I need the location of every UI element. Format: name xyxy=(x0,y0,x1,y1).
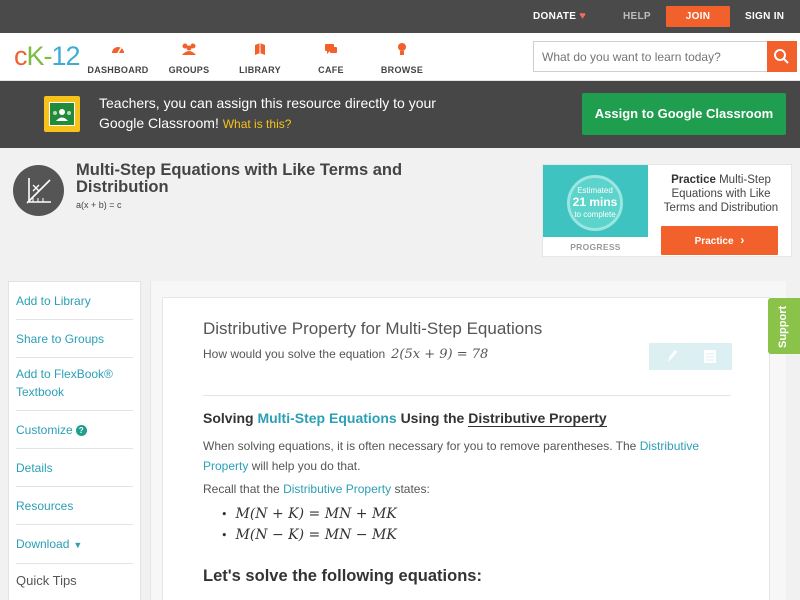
concept-title: Multi-Step Equations with Like Terms and… xyxy=(76,161,403,196)
concept-header: Multi-Step Equations with Like Terms and… xyxy=(0,148,800,262)
practice-button[interactable]: Practice › xyxy=(661,226,778,255)
practice-description: Practice Multi-Step Equations with Like … xyxy=(663,174,779,214)
what-is-this-link[interactable]: What is this? xyxy=(223,117,292,131)
join-button[interactable]: JOIN xyxy=(666,6,730,27)
sidebar-item-add-to-library[interactable]: Add to Library xyxy=(16,282,133,320)
paragraph-recall: Recall that the Distributive Property st… xyxy=(203,482,430,496)
pencil-icon[interactable] xyxy=(665,349,679,364)
banner-text: Teachers, you can assign this resource d… xyxy=(99,95,436,131)
main-content: Distributive Property for Multi-Step Equ… xyxy=(150,281,786,600)
nav-groups[interactable]: GROUPS xyxy=(154,41,224,78)
browse-icon xyxy=(398,43,406,55)
distributive-property-link-2[interactable]: Distributive Property xyxy=(283,482,391,496)
nav-dashboard[interactable]: DASHBOARD xyxy=(83,41,153,78)
search-icon xyxy=(774,49,789,64)
google-classroom-banner: Teachers, you can assign this resource d… xyxy=(0,81,800,148)
sidebar-item-details[interactable]: Details xyxy=(16,449,133,487)
quick-tips-heading: Quick Tips xyxy=(16,573,77,588)
concept-subtitle: a(x + b) = c xyxy=(76,200,122,210)
multi-step-equations-link[interactable]: Multi-Step Equations xyxy=(257,410,396,426)
equation-list: • M(N + K) = MN + MK • M(N − K) = MN − MK xyxy=(221,504,397,546)
sidebar-item-share-to-groups[interactable]: Share to Groups xyxy=(16,320,133,358)
nav-library[interactable]: LIBRARY xyxy=(225,41,295,78)
heart-icon: ♥ xyxy=(579,10,587,22)
notes-icon[interactable] xyxy=(703,349,717,364)
section-question: How would you solve the equation 2(5x + 9… xyxy=(203,347,489,362)
cafe-icon xyxy=(325,44,337,54)
equation-item: • M(N − K) = MN − MK xyxy=(221,527,397,543)
donate-link[interactable]: DONATE ♥ xyxy=(533,0,586,33)
caret-down-icon: ▼ xyxy=(73,540,83,550)
sidebar-item-add-to-flexbook[interactable]: Add to FlexBook® Textbook xyxy=(16,358,133,411)
progress-label: PROGRESS xyxy=(570,242,621,252)
groups-icon xyxy=(182,43,196,55)
equation-item: • M(N + K) = MN + MK xyxy=(221,506,397,522)
graph-icon xyxy=(13,165,64,216)
sidebar: Add to Library Share to Groups Add to Fl… xyxy=(8,281,141,600)
examples-heading: Let's solve the following equations: xyxy=(203,567,482,585)
nav-cafe[interactable]: CAFE xyxy=(296,41,366,78)
search-input[interactable] xyxy=(542,48,762,66)
sign-in-link[interactable]: SIGN IN xyxy=(745,0,784,33)
dashboard-icon xyxy=(112,47,124,54)
google-classroom-icon xyxy=(44,96,80,132)
help-icon: ? xyxy=(75,425,87,437)
search-button[interactable] xyxy=(767,41,797,72)
top-utility-bar: DONATE ♥ HELP JOIN SIGN IN xyxy=(0,0,800,33)
section-title: Distributive Property for Multi-Step Equ… xyxy=(203,319,543,338)
sidebar-item-customize[interactable]: Customize? xyxy=(16,411,133,449)
assign-google-classroom-button[interactable]: Assign to Google Classroom xyxy=(582,93,786,135)
chevron-right-icon: › xyxy=(740,233,745,247)
ck12-logo[interactable]: cK-12 xyxy=(14,41,81,72)
estimate-badge: Estimated 21 mins to complete xyxy=(567,175,623,231)
help-link[interactable]: HELP xyxy=(623,0,651,33)
support-tab[interactable]: Support xyxy=(768,298,800,354)
subheading: Solving Multi-Step Equations Using the D… xyxy=(203,410,607,427)
progress-graphic: Estimated 21 mins to complete xyxy=(543,165,648,237)
library-icon xyxy=(255,43,265,55)
practice-card: Estimated 21 mins to complete PROGRESS P… xyxy=(542,164,792,257)
nav-browse[interactable]: BROWSE xyxy=(367,41,437,78)
divider xyxy=(203,395,731,396)
annotation-tools xyxy=(649,343,732,370)
distributive-property-term[interactable]: Distributive Property xyxy=(468,410,607,427)
lesson-card: Distributive Property for Multi-Step Equ… xyxy=(162,297,770,600)
sidebar-item-download[interactable]: Download ▼ xyxy=(16,525,133,564)
sidebar-item-resources[interactable]: Resources xyxy=(16,487,133,525)
paragraph-intro: When solving equations, it is often nece… xyxy=(203,439,700,473)
search-box xyxy=(533,41,797,72)
main-nav: cK-12 DASHBOARD GROUPS LIBRARY CAFE BROW… xyxy=(0,33,800,81)
